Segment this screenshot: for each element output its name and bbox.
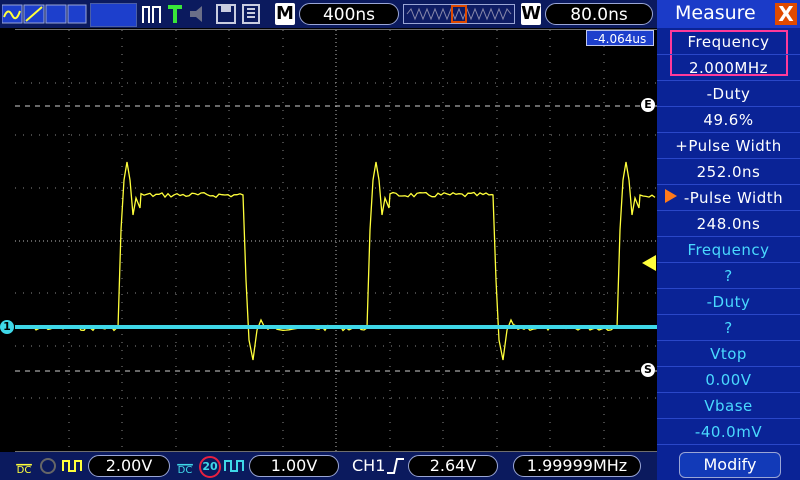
trigger-level[interactable]: 2.64V — [408, 455, 498, 477]
trigger-icon[interactable] — [166, 3, 184, 25]
measure-8-value: -40.0mV — [657, 419, 800, 445]
bw-limit-icon[interactable] — [38, 457, 58, 475]
measure-5-value: ? — [657, 263, 800, 289]
frequency-counter: 1.99999MHz — [513, 455, 641, 477]
rising-edge-icon[interactable] — [385, 456, 405, 476]
channel-icons[interactable] — [2, 3, 88, 25]
ch2-scale[interactable]: 1.00V — [249, 455, 339, 477]
modify-button[interactable]: Modify — [679, 452, 781, 478]
ch1-invert-icon[interactable] — [62, 457, 84, 475]
measure-panel-header: Measure X — [657, 0, 800, 28]
ch1-trace — [15, 161, 656, 361]
ch2-bw-limit[interactable]: 20 — [199, 456, 221, 478]
measure-2-value: 49.6% — [657, 107, 800, 133]
window-marker: W — [521, 3, 541, 25]
ch2-coupling: DC — [177, 465, 193, 476]
close-icon[interactable]: X — [775, 3, 797, 25]
timebase-marker: M — [275, 3, 295, 25]
measure-6-value: ? — [657, 315, 800, 341]
measure-7-value: 0.00V — [657, 367, 800, 393]
measure-5-label[interactable]: Frequency — [657, 237, 800, 263]
measure-4-label[interactable]: -Pulse Width — [657, 185, 800, 211]
measure-8-label[interactable]: Vbase — [657, 393, 800, 419]
grid-and-traces — [15, 30, 657, 451]
measure-2-label[interactable]: -Duty — [657, 81, 800, 107]
run-stop-icon[interactable] — [142, 3, 162, 25]
measure-6-label[interactable]: -Duty — [657, 289, 800, 315]
speaker-icon[interactable] — [188, 3, 212, 25]
top-toolbar: M 400ns W 80.0ns — [0, 0, 657, 28]
measure-title: Measure — [675, 2, 756, 24]
measure-1-label[interactable]: Frequency — [657, 29, 800, 55]
ch1-ground-marker[interactable]: 1 — [0, 320, 14, 334]
measure-panel: Measure X Frequency 2.000MHz -Duty 49.6%… — [657, 0, 800, 480]
measure-3-label[interactable]: +Pulse Width — [657, 133, 800, 159]
measure-1-value: 2.000MHz — [657, 55, 800, 81]
measure-3-value: 252.0ns — [657, 159, 800, 185]
ch1-coupling-icon[interactable]: ▁▁ DC — [14, 456, 34, 476]
ch1-coupling: DC — [16, 465, 32, 476]
cursor-s-marker[interactable]: S — [641, 363, 655, 377]
timebase-display[interactable]: 400ns — [299, 3, 399, 25]
waveform-display[interactable] — [15, 29, 657, 452]
usb-icon[interactable] — [240, 3, 264, 25]
measure-7-label[interactable]: Vtop — [657, 341, 800, 367]
ch2-coupling-icon[interactable]: ▁▁ DC — [175, 456, 195, 476]
measure-4-value: 248.0ns — [657, 211, 800, 237]
trigger-level-arrow[interactable] — [642, 255, 656, 271]
blank-slot — [90, 3, 137, 27]
save-icon[interactable] — [216, 3, 236, 25]
cursor-e-marker[interactable]: E — [641, 98, 655, 112]
trigger-source[interactable]: CH1 — [352, 455, 385, 477]
ch2-invert-icon[interactable] — [224, 457, 246, 475]
trigger-time-label: -4.064us — [586, 30, 654, 46]
ch1-scale[interactable]: 2.00V — [88, 455, 170, 477]
waveform-overview[interactable] — [403, 3, 515, 25]
window-display[interactable]: 80.0ns — [545, 3, 653, 25]
